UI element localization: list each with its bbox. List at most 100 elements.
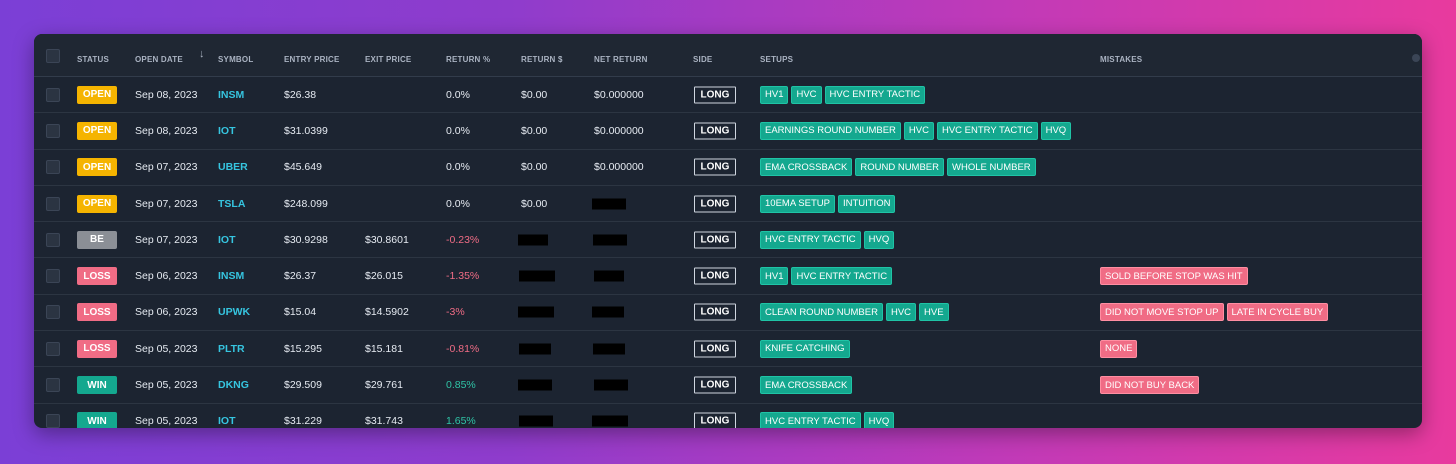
symbol-link[interactable]: INSM [218, 89, 244, 101]
header-net-return[interactable]: NET RETURN [594, 55, 648, 64]
mistake-tags: NONE [1100, 339, 1138, 358]
row-checkbox[interactable] [46, 123, 60, 138]
row-checkbox[interactable] [46, 87, 60, 102]
setup-tag[interactable]: CLEAN ROUND NUMBER [760, 303, 883, 322]
setup-tags: HVC ENTRY TACTIC HVQ [760, 412, 895, 428]
mistake-tag[interactable]: DID NOT MOVE STOP UP [1100, 303, 1224, 322]
setup-tags: HV1 HVC HVC ENTRY TACTIC [760, 85, 926, 104]
symbol-link[interactable]: IOT [218, 415, 236, 427]
settings-icon[interactable] [1412, 54, 1420, 62]
setup-tag[interactable]: HVC ENTRY TACTIC [760, 230, 861, 249]
entry-price: $29.509 [284, 379, 322, 392]
entry-price: $26.38 [284, 88, 317, 101]
mistake-tag[interactable]: LATE IN CYCLE BUY [1226, 303, 1329, 322]
table-body: OPEN Sep 08, 2023 INSM $26.38 0.0% $0.00 $0.00… [34, 77, 1422, 428]
row-checkbox[interactable] [46, 269, 60, 284]
setup-tag[interactable]: HVC [885, 303, 917, 322]
trades-table: STATUS OPEN DATE ↓ SYMBOL ENTRY PRICE EX… [34, 34, 1422, 428]
entry-price: $26.37 [284, 270, 317, 283]
setup-tag[interactable]: KNIFE CATCHING [760, 339, 850, 358]
table-row[interactable]: WIN Sep 05, 2023 IOT $31.229 $31.743 1.65% LON… [34, 404, 1422, 428]
table-row[interactable]: OPEN Sep 08, 2023 IOT $31.0399 0.0% $0.00 $0.0… [34, 113, 1422, 150]
setup-tag[interactable]: INTUITION [837, 194, 896, 213]
header-exit-price[interactable]: EXIT PRICE [365, 55, 411, 64]
row-checkbox-cell [46, 414, 60, 428]
table-row[interactable]: WIN Sep 05, 2023 DKNG $29.509 $29.761 0.85% LO… [34, 367, 1422, 404]
row-checkbox[interactable] [46, 378, 60, 393]
header-side[interactable]: SIDE [693, 55, 712, 64]
setup-tag[interactable]: WHOLE NUMBER [947, 158, 1036, 177]
header-mistakes[interactable]: MISTAKES [1100, 55, 1142, 64]
setup-tag[interactable]: HVQ [863, 230, 895, 249]
setup-tag[interactable]: HVC [903, 121, 934, 140]
symbol-link[interactable]: INSM [218, 270, 244, 282]
sort-down-icon[interactable]: ↓ [199, 48, 205, 60]
setup-tag[interactable]: EMA CROSSBACK [760, 158, 853, 177]
row-checkbox[interactable] [46, 414, 60, 428]
mistake-tag[interactable]: DID NOT BUY BACK [1100, 376, 1200, 395]
open-date: Sep 05, 2023 [135, 379, 198, 392]
setup-tag[interactable]: HV1 [760, 267, 789, 286]
setup-tag[interactable]: EARNINGS ROUND NUMBER [760, 121, 901, 140]
symbol-link[interactable]: UBER [218, 161, 248, 173]
side-badge: LONG [694, 340, 736, 358]
setup-tag[interactable]: HVC ENTRY TACTIC [824, 85, 926, 104]
setup-tag[interactable]: ROUND NUMBER [855, 158, 944, 177]
symbol-link[interactable]: IOT [218, 125, 236, 137]
row-checkbox[interactable] [46, 305, 60, 320]
table-row[interactable]: OPEN Sep 07, 2023 TSLA $248.099 0.0% $0.00 LON… [34, 186, 1422, 223]
setup-tag[interactable]: HVE [919, 303, 949, 322]
table-row[interactable]: LOSS Sep 05, 2023 PLTR $15.295 $15.181 -0.81%… [34, 331, 1422, 368]
table-row[interactable]: OPEN Sep 07, 2023 UBER $45.649 0.0% $0.00 $0.0… [34, 150, 1422, 186]
redacted-return-usd [519, 415, 553, 427]
table-row[interactable]: LOSS Sep 06, 2023 UPWK $15.04 $14.5902 -3% LON… [34, 295, 1422, 332]
return-usd: $0.00 [521, 161, 548, 174]
mistake-tag[interactable]: SOLD BEFORE STOP WAS HIT [1100, 267, 1248, 286]
row-checkbox[interactable] [46, 160, 60, 175]
exit-price: $15.181 [365, 342, 403, 355]
exit-price: $30.8601 [365, 233, 409, 246]
open-date: Sep 06, 2023 [135, 270, 198, 283]
symbol-link[interactable]: TSLA [218, 198, 245, 210]
setup-tag[interactable]: HVQ [863, 412, 895, 428]
header-setups[interactable]: SETUPS [760, 55, 793, 64]
symbol-link[interactable]: PLTR [218, 343, 245, 355]
status-badge: LOSS [77, 303, 117, 322]
setup-tag[interactable]: EMA CROSSBACK [760, 376, 853, 395]
mistake-tag[interactable]: NONE [1100, 339, 1138, 358]
row-checkbox-cell [46, 269, 60, 284]
net-return: $0.000000 [594, 124, 644, 137]
row-checkbox[interactable] [46, 341, 60, 356]
header-symbol[interactable]: SYMBOL [218, 55, 253, 64]
status-badge: OPEN [77, 121, 117, 140]
header-entry-price[interactable]: ENTRY PRICE [284, 55, 340, 64]
row-checkbox[interactable] [46, 196, 60, 211]
entry-price: $31.0399 [284, 124, 328, 137]
entry-price: $15.04 [284, 306, 317, 319]
setup-tag[interactable]: HV1 [760, 85, 789, 104]
setup-tag[interactable]: HVC ENTRY TACTIC [791, 267, 893, 286]
symbol-link[interactable]: IOT [218, 234, 236, 246]
setup-tag[interactable]: HVC [791, 85, 822, 104]
table-row[interactable]: LOSS Sep 06, 2023 INSM $26.37 $26.015 -1.35% L… [34, 258, 1422, 295]
setup-tag[interactable]: HVC ENTRY TACTIC [936, 121, 1038, 140]
side-badge: LONG [694, 158, 736, 176]
setup-tag[interactable]: 10EMA SETUP [760, 194, 835, 213]
return-usd: $0.00 [521, 88, 548, 101]
setup-tag[interactable]: HVC ENTRY TACTIC [760, 412, 861, 428]
table-row[interactable]: OPEN Sep 08, 2023 INSM $26.38 0.0% $0.00 $0.00… [34, 77, 1422, 114]
table-row-inner: OPEN Sep 08, 2023 INSM $26.38 0.0% $0.00 $0.00… [34, 77, 1422, 112]
symbol-link[interactable]: UPWK [218, 306, 250, 318]
table-row[interactable]: BE Sep 07, 2023 IOT $30.9298 $30.8601 -0.23% L… [34, 222, 1422, 259]
header-return-usd[interactable]: RETURN $ [521, 55, 563, 64]
select-all-checkbox[interactable] [46, 49, 60, 63]
header-return-pct[interactable]: RETURN % [446, 55, 490, 64]
return-pct: -1.35% [446, 270, 480, 283]
setup-tag[interactable]: HVQ [1040, 121, 1072, 140]
header-status[interactable]: STATUS [77, 55, 109, 64]
symbol-link[interactable]: DKNG [218, 379, 249, 391]
mistake-tags: SOLD BEFORE STOP WAS HIT [1100, 267, 1248, 286]
side-badge: LONG [694, 412, 736, 428]
header-open-date[interactable]: OPEN DATE [135, 55, 183, 64]
row-checkbox[interactable] [46, 232, 60, 247]
